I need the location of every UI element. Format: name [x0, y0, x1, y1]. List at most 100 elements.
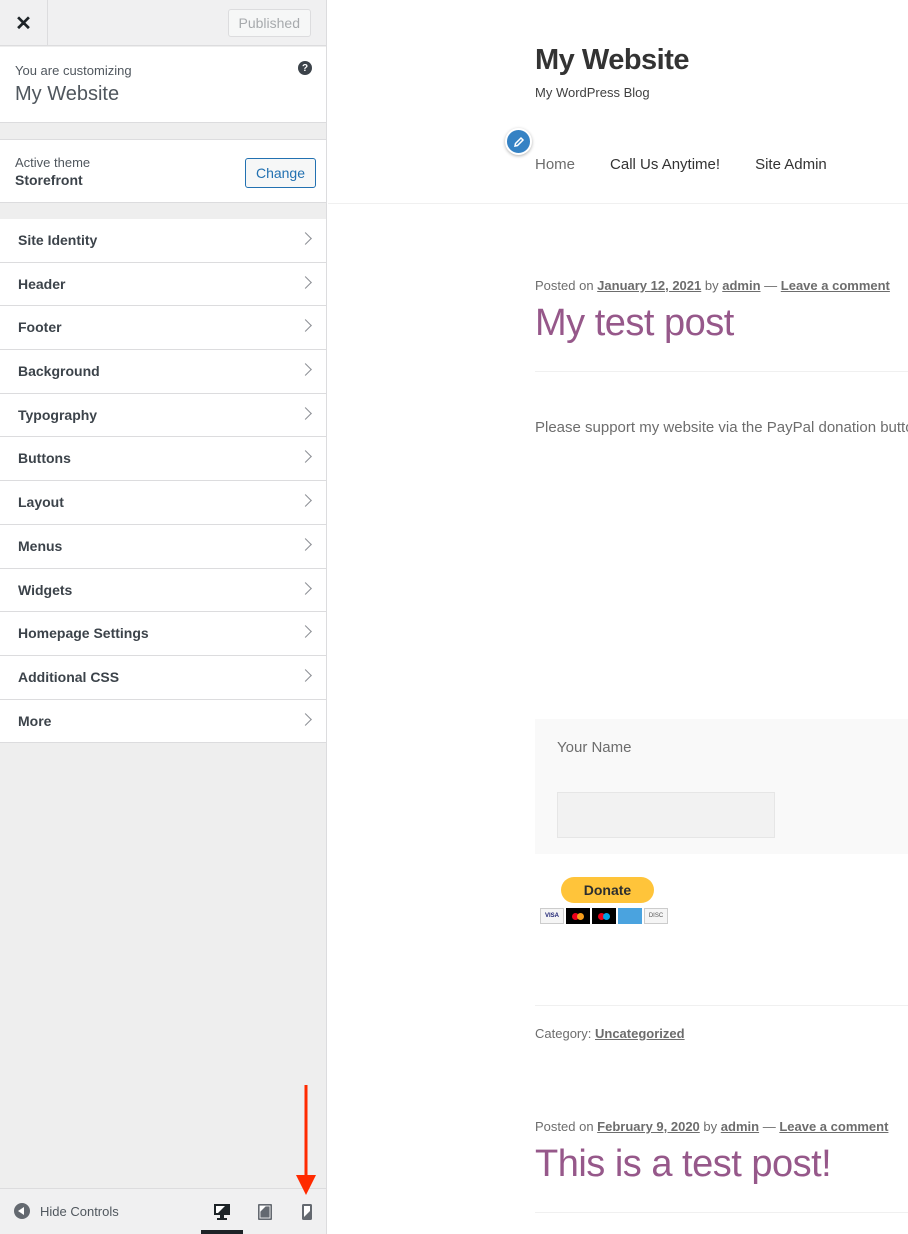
published-button[interactable]: Published [227, 9, 311, 37]
mobile-preview-button[interactable] [298, 1203, 316, 1221]
header-divider [328, 203, 908, 204]
post-title[interactable]: This is a test post! [535, 1143, 832, 1186]
tablet-preview-button[interactable] [256, 1203, 274, 1221]
section-additional-css[interactable]: Additional CSS [0, 655, 326, 700]
post-divider [535, 371, 908, 372]
section-homepage-settings[interactable]: Homepage Settings [0, 612, 326, 656]
edit-shortcut-button[interactable] [505, 128, 532, 155]
paypal-donate-button[interactable]: Donate [561, 877, 654, 903]
section-site-identity[interactable]: Site Identity [0, 219, 326, 263]
primary-nav: Home Call Us Anytime! Site Admin [535, 156, 862, 173]
discover-icon: DISC [644, 908, 668, 924]
help-icon[interactable]: ? [298, 61, 312, 75]
pencil-icon [513, 136, 524, 147]
chevron-right-icon [299, 537, 312, 551]
change-theme-button[interactable]: Change [244, 158, 316, 188]
site-preview: My Website My WordPress Blog Home Call U… [328, 0, 908, 1234]
section-label: Menus [18, 537, 63, 554]
mastercard-icon [566, 908, 590, 924]
your-name-label: Your Name [557, 739, 632, 756]
section-layout[interactable]: Layout [0, 481, 326, 525]
post-title[interactable]: My test post [535, 302, 734, 345]
customizer-sidebar: ✕ Published You are customizing My Websi… [0, 0, 327, 1234]
leave-comment-link[interactable]: Leave a comment [779, 1119, 888, 1134]
payment-card-logos: VISA DISC [540, 908, 670, 924]
desktop-preview-button[interactable] [213, 1203, 231, 1221]
section-label: Background [18, 363, 100, 380]
section-label: Homepage Settings [18, 625, 149, 642]
post-excerpt: Please support my website via the PayPal… [535, 419, 908, 436]
section-background[interactable]: Background [0, 350, 326, 394]
chevron-right-icon [299, 581, 312, 595]
chevron-right-icon [299, 232, 312, 245]
customizing-label: You are customizing [15, 63, 132, 78]
post-meta: Posted on February 9, 2020 by admin — Le… [535, 1119, 888, 1134]
customizer-footer: Hide Controls [0, 1188, 326, 1234]
hide-controls-button[interactable]: Hide Controls [14, 1203, 119, 1219]
close-customizer-button[interactable]: ✕ [0, 0, 48, 46]
chevron-right-icon [299, 625, 312, 639]
chevron-right-icon [299, 669, 312, 682]
chevron-right-icon [299, 450, 312, 464]
section-label: Footer [18, 319, 62, 336]
red-arrow-annotation [296, 1085, 316, 1195]
your-name-input[interactable] [557, 792, 775, 838]
donation-form: Your Name [535, 719, 908, 854]
section-header[interactable]: Header [0, 262, 326, 307]
customizing-site-name: My Website [15, 83, 120, 105]
close-icon: ✕ [15, 12, 32, 35]
section-label: Header [18, 275, 66, 292]
active-theme-name: Storefront [15, 172, 83, 188]
section-typography[interactable]: Typography [0, 393, 326, 438]
post-category: Category: Uncategorized [535, 1026, 685, 1041]
post-divider [535, 1212, 908, 1213]
chevron-right-icon [299, 319, 312, 333]
customizing-info: You are customizing My Website ? [0, 47, 326, 123]
meta-dash: — [764, 278, 778, 293]
section-footer[interactable]: Footer [0, 306, 326, 351]
section-more[interactable]: More [0, 699, 326, 744]
meta-dash: — [762, 1119, 776, 1134]
site-title[interactable]: My Website [535, 44, 690, 77]
collapse-left-icon [14, 1203, 30, 1219]
posted-on-label: Posted on [535, 1119, 594, 1134]
chevron-right-icon [299, 363, 312, 376]
posted-on-label: Posted on [535, 278, 594, 293]
post-date-link[interactable]: February 9, 2020 [597, 1119, 700, 1134]
active-device-indicator [201, 1230, 243, 1234]
hide-controls-label: Hide Controls [40, 1203, 119, 1219]
active-theme-label: Active theme [15, 155, 91, 170]
section-menus[interactable]: Menus [0, 524, 326, 569]
active-theme-panel: Active theme Storefront Change [0, 139, 326, 203]
amex-icon [618, 908, 642, 924]
nav-call-us[interactable]: Call Us Anytime! [610, 156, 720, 173]
section-label: Widgets [18, 581, 73, 598]
nav-home[interactable]: Home [535, 156, 575, 173]
post-meta: Posted on January 12, 2021 by admin — Le… [535, 278, 890, 293]
leave-comment-link[interactable]: Leave a comment [781, 278, 890, 293]
author-link[interactable]: admin [721, 1119, 759, 1134]
category-link[interactable]: Uncategorized [595, 1026, 685, 1041]
chevron-right-icon [299, 275, 312, 289]
post-footer-divider [535, 1005, 908, 1006]
customizer-topbar: ✕ Published [0, 0, 326, 46]
customizer-sections: Site Identity Header Footer Background T… [0, 219, 326, 744]
section-label: Site Identity [18, 232, 98, 248]
author-link[interactable]: admin [722, 278, 760, 293]
nav-site-admin[interactable]: Site Admin [755, 156, 827, 173]
section-widgets[interactable]: Widgets [0, 568, 326, 613]
category-label: Category: [535, 1026, 592, 1041]
chevron-right-icon [299, 494, 312, 507]
section-label: Buttons [18, 450, 71, 467]
chevron-right-icon [299, 406, 312, 420]
visa-icon: VISA [540, 908, 564, 924]
site-tagline: My WordPress Blog [535, 85, 650, 100]
section-buttons[interactable]: Buttons [0, 437, 326, 482]
post-date-link[interactable]: January 12, 2021 [597, 278, 701, 293]
by-label: by [704, 278, 719, 293]
section-label: Layout [18, 494, 64, 511]
section-label: More [18, 712, 52, 729]
by-label: by [703, 1119, 718, 1134]
section-label: Additional CSS [18, 668, 120, 685]
maestro-icon [592, 908, 616, 924]
